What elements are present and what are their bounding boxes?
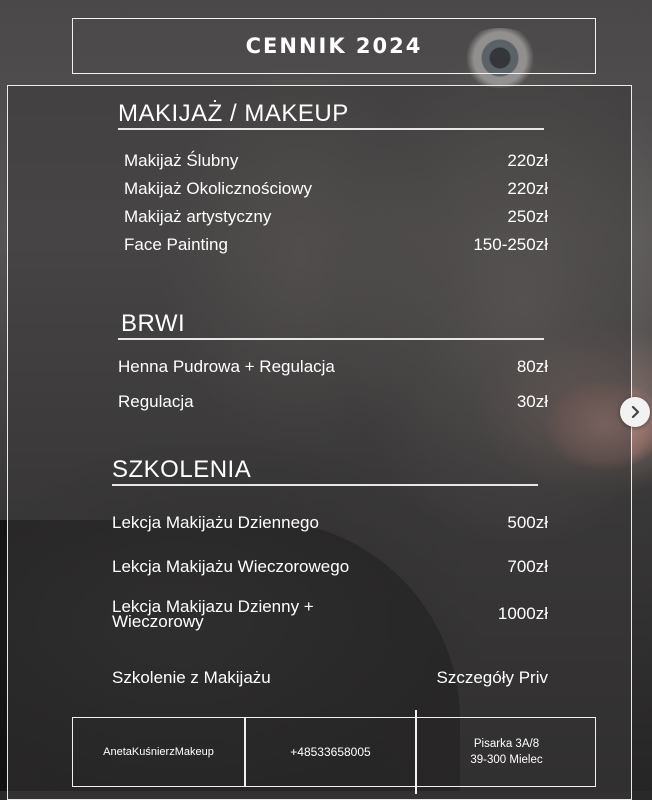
price-row-label: Makijaż Ślubny (124, 151, 239, 170)
section-title-szkolenia: SZKOLENIA (112, 456, 252, 483)
footer-phone: +48533658005 (290, 745, 371, 759)
price-row-value: 150-250zł (473, 235, 548, 254)
price-row-value: 1000zł (497, 604, 548, 623)
price-row-label: Makijaż artystyczny (124, 207, 272, 226)
next-slide-button[interactable] (620, 397, 650, 427)
price-row-label: Henna Pudrowa + Regulacja (118, 357, 335, 376)
section-title-makeup: MAKIJAŻ / MAKEUP (118, 100, 349, 127)
price-row-value: 220zł (507, 151, 548, 170)
price-row-value: 500zł (507, 513, 548, 532)
section-divider (112, 484, 538, 486)
section-divider (118, 128, 544, 130)
price-row-value: 220zł (507, 179, 548, 198)
price-row-label: Lekcja Makijażu Wieczorowego (112, 557, 350, 576)
section-title-brwi: BRWI (121, 310, 186, 337)
price-row-label: Szkolenie z Makijażu (112, 668, 271, 687)
price-row-value: 30zł (516, 392, 548, 411)
price-row-value: 250zł (507, 207, 548, 226)
footer-address-line1: Pisarka 3A/8 (473, 738, 540, 750)
price-row-value: Szczegóły Priv (436, 668, 548, 687)
price-row-label: Face Painting (124, 235, 228, 254)
price-row-value: 80zł (516, 357, 548, 376)
contact-footer: AnetaKuśnierzMakeup +48533658005 Pisarka… (72, 710, 597, 794)
footer-address: Pisarka 3A/8 39-300 Mielec (416, 718, 597, 786)
price-row-label: Lekcja Makijażu Dziennego (112, 513, 319, 532)
page-title: CENNIK 2024 (245, 34, 423, 58)
price-row-label: Makijaż Okolicznościowy (124, 179, 312, 198)
chevron-right-icon (631, 405, 640, 419)
footer-address-line2: 39-300 Mielec (470, 754, 543, 766)
section-divider (118, 338, 544, 340)
price-row-label-line2: Wieczorowy (112, 612, 204, 631)
title-box: CENNIK 2024 (72, 18, 596, 74)
footer-name: AnetaKuśnierzMakeup (103, 746, 214, 758)
price-row-label: Lekcja Makijazu Dzienny + Wieczorowy (112, 598, 314, 631)
price-row-value: 700zł (507, 557, 548, 576)
price-row-label: Regulacja (118, 392, 194, 411)
